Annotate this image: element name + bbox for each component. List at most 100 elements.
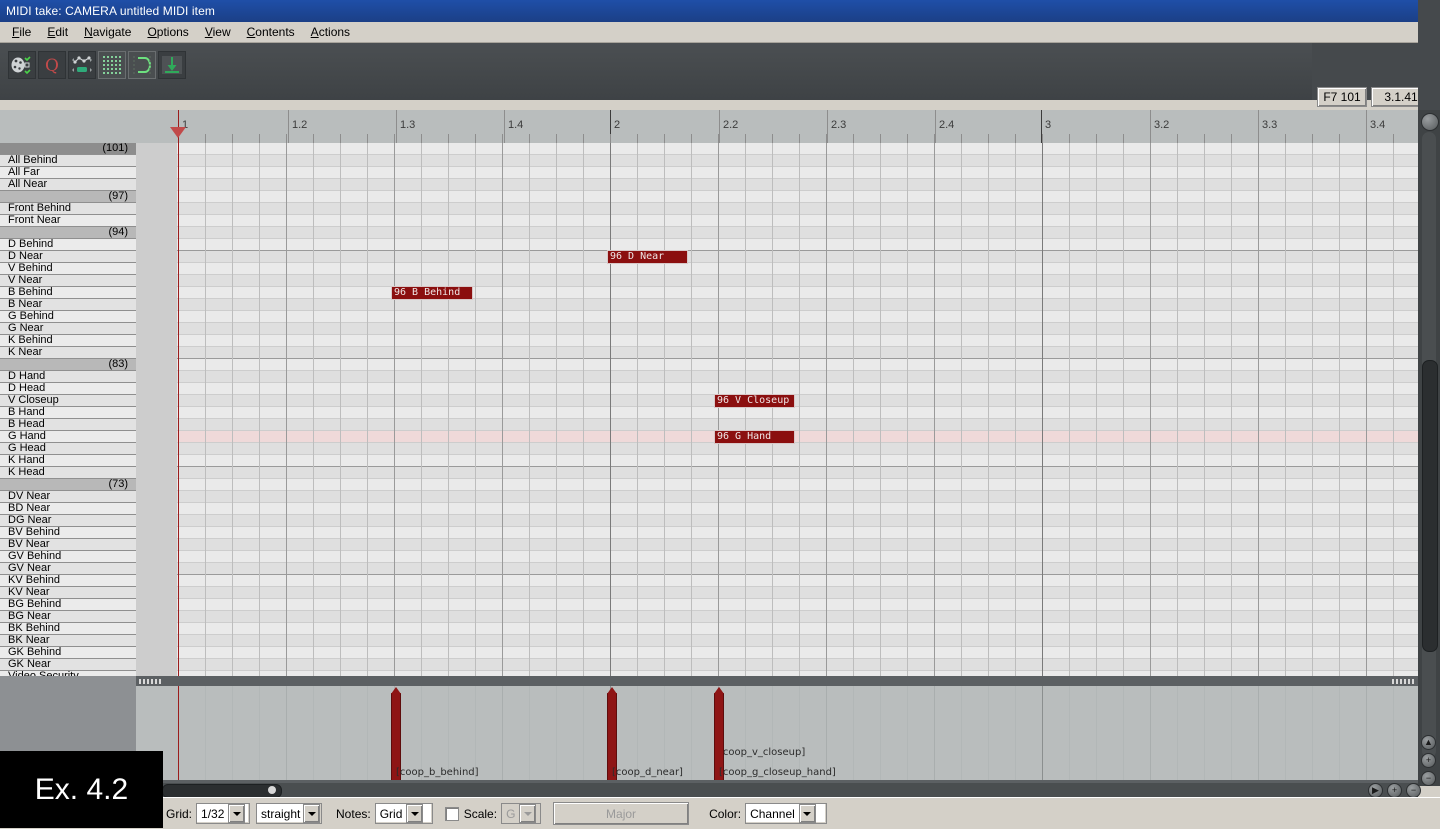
note-velocity-icon[interactable] [68,51,96,79]
marker-label[interactable]: [coop_v_closeup] [719,747,805,758]
swing-select[interactable]: straight [256,803,323,824]
track-group-header[interactable]: (97) [0,191,136,203]
track-row[interactable]: G Head [0,443,136,455]
track-row[interactable]: B Near [0,299,136,311]
track-row[interactable]: All Behind [0,155,136,167]
scale-mode-button[interactable]: Major [553,802,690,825]
lane-resize-grip-right[interactable] [1392,679,1416,684]
hscroll-thumb[interactable] [162,784,282,798]
color-select[interactable]: Channel [745,803,828,824]
track-group-header[interactable]: (83) [0,359,136,371]
track-row[interactable]: BK Near [0,635,136,647]
marker-label[interactable]: [coop_g_closeup_hand] [719,767,836,778]
midi-note[interactable]: 96 G Hand [714,430,795,444]
track-row[interactable]: K Hand [0,455,136,467]
marker-label[interactable]: [coop_d_near] [612,767,683,778]
menu-item-actions[interactable]: Actions [303,23,358,41]
vertical-scrollbar[interactable] [1418,110,1440,786]
menu-item-navigate[interactable]: Navigate [76,23,139,41]
zoom-in-vertical-button[interactable]: + [1421,753,1436,768]
track-row[interactable]: BK Behind [0,623,136,635]
grid-value-select[interactable]: 1/32 [196,803,251,824]
position-field[interactable]: F7 101 [1317,87,1367,107]
grid-vline [880,143,881,681]
track-row[interactable]: K Near [0,347,136,359]
track-row[interactable]: K Head [0,467,136,479]
grid-vline [1177,143,1178,681]
import-down-arrow-icon[interactable] [158,51,186,79]
horizontal-scrollbar[interactable] [160,783,1418,798]
track-row[interactable]: GV Near [0,563,136,575]
track-row[interactable]: D Head [0,383,136,395]
zoom-out-vertical-button[interactable]: − [1421,771,1436,786]
track-row[interactable]: B Head [0,419,136,431]
color-palette-icon[interactable] [8,51,36,79]
vscroll-up-button[interactable] [1421,113,1439,131]
notes-select[interactable]: Grid [374,803,433,824]
track-row[interactable]: K Behind [0,335,136,347]
track-row[interactable]: B Behind [0,287,136,299]
track-row[interactable]: BG Near [0,611,136,623]
track-group-header[interactable]: (94) [0,227,136,239]
playhead-handle[interactable] [170,127,186,138]
menu-item-edit[interactable]: Edit [39,23,76,41]
track-row[interactable]: G Behind [0,311,136,323]
track-row[interactable]: G Near [0,323,136,335]
ruler-label: 3.4 [1370,119,1386,131]
menu-item-view[interactable]: View [197,23,239,41]
zoom-in-horizontal-button[interactable]: + [1387,782,1402,798]
track-row[interactable]: All Far [0,167,136,179]
track-row[interactable]: All Near [0,179,136,191]
track-row[interactable]: G Hand [0,431,136,443]
marker-label[interactable]: [coop_b_behind] [396,767,479,778]
scale-checkbox[interactable] [444,806,459,821]
menu-item-contents[interactable]: Contents [239,23,303,41]
lane-resize-grip[interactable] [139,679,163,684]
track-row[interactable]: GK Near [0,659,136,671]
grid-vline [286,143,287,681]
track-row[interactable]: DG Near [0,515,136,527]
zoom-out-horizontal-button[interactable]: − [1406,782,1421,798]
midi-note[interactable]: 96 V Closeup [714,394,795,408]
track-row[interactable]: BV Near [0,539,136,551]
track-row[interactable]: KV Near [0,587,136,599]
track-row[interactable]: D Near [0,251,136,263]
track-row[interactable]: BV Behind [0,527,136,539]
track-row[interactable]: B Hand [0,407,136,419]
grid-toggle-icon[interactable] [98,51,126,79]
midi-note[interactable]: 96 D Near [607,250,688,264]
menu-item-file[interactable]: File [4,23,39,41]
track-row[interactable]: DV Near [0,491,136,503]
track-row[interactable]: V Behind [0,263,136,275]
track-row[interactable]: Front Behind [0,203,136,215]
hscroll-knob[interactable] [268,786,276,794]
track-label: G Near [8,323,44,334]
track-row[interactable]: GK Behind [0,647,136,659]
track-row[interactable]: BD Near [0,503,136,515]
track-label: (83) [108,359,128,370]
loop-toggle-icon[interactable] [128,51,156,79]
track-row[interactable]: KV Behind [0,575,136,587]
timeline-ruler[interactable]: 1 1.2 1.3 1.4 2 2.2 2.3 2.4 3 3.2 3.3 3.4 [136,110,1418,144]
quantize-q-icon[interactable]: Q [38,51,66,79]
title-bar: MIDI take: CAMERA untitled MIDI item ✕ [0,0,1440,22]
track-name-list[interactable]: (101) All Behind All Far All Near (97) Front … [0,143,136,681]
note-grid[interactable]: 96 D Near 96 B Behind 96 V Closeup 96 G Han… [136,143,1418,681]
track-row[interactable]: D Hand [0,371,136,383]
track-row[interactable]: V Near [0,275,136,287]
track-row[interactable]: BG Behind [0,599,136,611]
track-row[interactable]: V Closeup [0,395,136,407]
track-group-header[interactable]: (101) [0,143,136,155]
vscroll-thumb[interactable] [1422,360,1438,652]
marker-lane[interactable]: [coop_b_behind] [coop_d_near] [coop_v_clos… [136,686,1418,780]
track-group-header[interactable]: (73) [0,479,136,491]
midi-note[interactable]: 96 B Behind [391,286,473,300]
track-row[interactable]: GV Behind [0,551,136,563]
scale-key-select[interactable]: G [501,803,542,824]
play-scroll-button[interactable]: ▶ [1368,782,1383,798]
track-row[interactable]: Front Near [0,215,136,227]
track-row[interactable]: D Behind [0,239,136,251]
ruler-subtick [610,134,611,143]
menu-item-options[interactable]: Options [139,23,196,41]
scroll-up-button[interactable]: ▲ [1421,735,1436,750]
